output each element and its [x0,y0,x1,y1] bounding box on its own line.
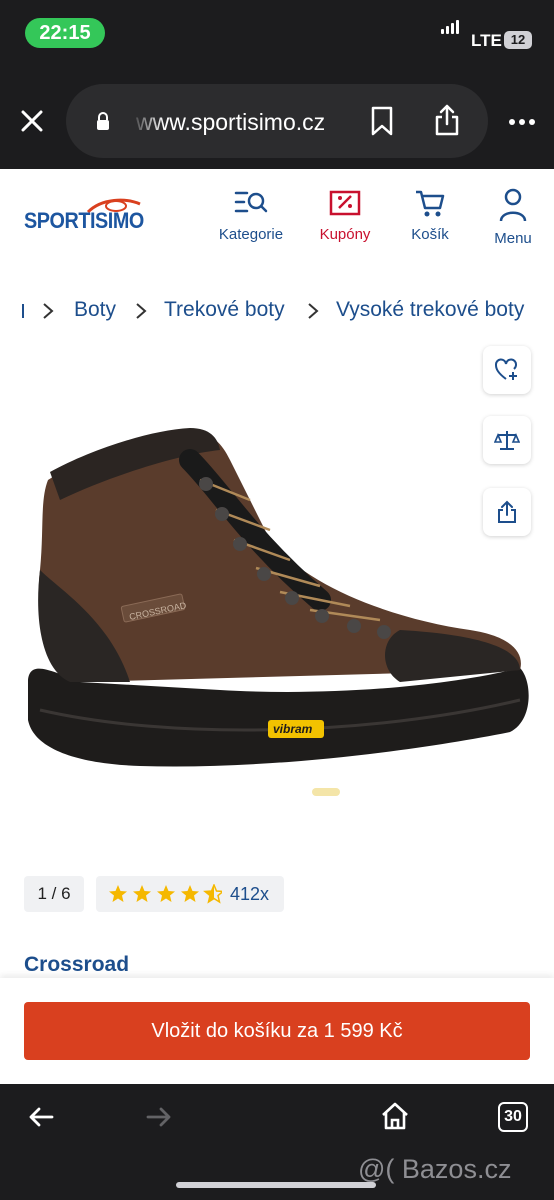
nav-label: Menu [494,230,532,247]
chevron-right-icon [308,303,319,319]
scale-icon [494,431,520,450]
share-product-button[interactable] [483,488,531,536]
lock-icon [97,112,109,130]
add-to-cart-button[interactable]: Vložit do košíku za 1 599 Kč [24,1002,530,1060]
breadcrumb-item[interactable]: Vysoké trekové boty [336,298,524,322]
browser-url-bar: www.sportisimo.cz [0,66,554,169]
status-time: 22:15 [25,18,105,48]
breadcrumb: Boty Trekové boty Vysoké trekové boty [0,296,554,326]
url-text[interactable]: www.sportisimo.cz [136,109,325,136]
category-search-icon [234,191,268,213]
rating-count: 412x [230,884,270,904]
share-icon[interactable] [434,104,460,136]
bookmark-icon[interactable] [370,106,394,136]
image-counter: 1 / 6 [24,876,84,912]
chevron-right-icon [43,303,54,319]
heart-plus-icon [495,358,517,380]
carousel-indicator[interactable] [312,788,340,796]
wishlist-button[interactable] [483,346,531,394]
network-type: LTE [471,31,502,50]
chevron-right-icon [136,303,147,319]
nav-label: Košík [411,226,449,243]
nav-kosik[interactable]: Košík [404,188,456,243]
breadcrumb-item[interactable]: Boty [74,298,116,322]
nav-menu[interactable]: Menu [488,188,538,247]
rating-badge[interactable]: 412x [96,876,284,912]
nav-kupony[interactable]: Kupóny [312,188,378,243]
more-icon[interactable] [508,118,536,126]
coupon-icon [329,190,361,216]
nav-kategorie[interactable]: Kategorie [214,188,288,243]
product-image[interactable]: CROSSROAD vibram [20,420,536,784]
browser-toolbar: 30 @( Bazos.cz [0,1084,554,1200]
battery-icon: 12 [504,31,532,49]
nav-label: Kategorie [218,226,284,243]
nav-label: Kupóny [319,226,371,243]
logo-text: SPORTISIMO [24,208,144,233]
share-icon [498,500,516,523]
url-fade [130,96,164,146]
product-brand-link[interactable]: Crossroad [24,953,129,977]
home-icon[interactable] [380,1101,410,1131]
breadcrumb-home-fragment[interactable] [22,304,24,318]
compare-button[interactable] [483,416,531,464]
sticky-cart-bar: Vložit do košíku za 1 599 Kč [0,978,554,1084]
cart-icon [416,190,445,217]
breadcrumb-item[interactable]: Trekové boty [164,298,285,322]
forward-arrow-icon[interactable] [146,1106,172,1128]
star-rating-icon [109,884,222,904]
status-bar: 22:15 LTE 12 [0,0,554,66]
vibram-logo: vibram [273,722,313,736]
home-indicator [176,1182,376,1188]
back-arrow-icon[interactable] [28,1106,54,1128]
user-icon [499,188,527,222]
watermark: @( Bazos.cz [358,1154,512,1184]
sportisimo-logo[interactable]: SPORTISIMO [24,196,154,240]
tabs-button[interactable]: 30 [498,1102,528,1132]
close-icon[interactable] [20,109,44,133]
